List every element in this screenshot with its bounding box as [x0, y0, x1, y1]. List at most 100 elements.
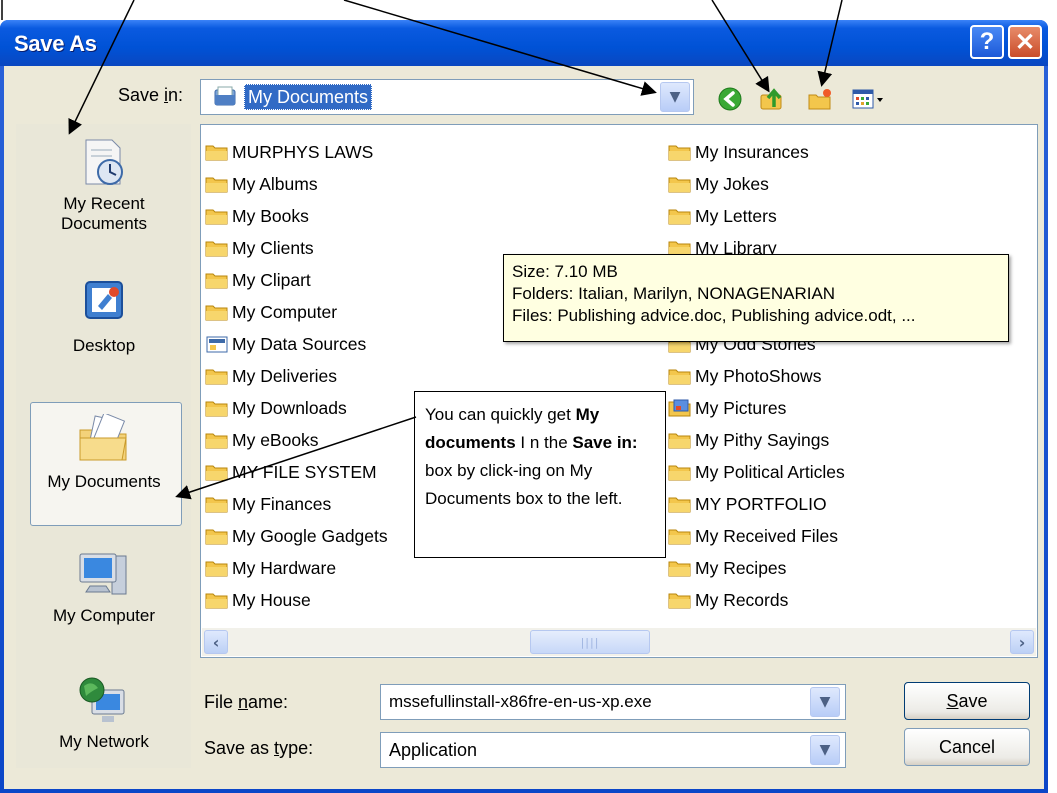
folder-icon	[668, 369, 691, 385]
folder-icon	[668, 177, 691, 193]
title-bar[interactable]	[0, 20, 1048, 66]
desktop-icon	[85, 281, 123, 319]
folder-icon	[205, 241, 228, 257]
tooltip-folders: Folders: Italian, Marilyn, NONAGENARIAN	[512, 284, 836, 303]
list-item[interactable]: MY PORTFOLIO	[668, 488, 845, 520]
my-computer-icon	[79, 553, 127, 595]
list-item[interactable]: My Political Articles	[668, 456, 845, 488]
file-name-dropdown-button[interactable]: ▼	[810, 687, 840, 717]
up-folder-icon	[760, 88, 782, 110]
save-in-dropdown-button[interactable]: ▼	[660, 82, 690, 112]
my-documents-small-icon	[214, 86, 236, 106]
new-folder-icon	[808, 89, 831, 110]
list-item[interactable]: My Books	[205, 200, 388, 232]
views-menu-button[interactable]	[846, 84, 890, 114]
folder-icon	[668, 145, 691, 161]
place-label: My Network	[59, 732, 149, 751]
list-item[interactable]: My Deliveries	[205, 360, 388, 392]
folder-icon	[205, 401, 228, 417]
close-icon: ✕	[1014, 28, 1036, 56]
views-menu-icon	[852, 89, 883, 109]
place-label: My Recent	[63, 194, 145, 213]
list-item[interactable]: My Records	[668, 584, 845, 616]
close-button[interactable]: ✕	[1008, 25, 1042, 59]
list-item[interactable]: My Pithy Sayings	[668, 424, 845, 456]
save-in-label: Save in:	[118, 85, 184, 105]
list-item[interactable]: My Hardware	[205, 552, 388, 584]
file-name-label: File name:	[204, 692, 289, 712]
list-item[interactable]: My Received Files	[668, 520, 845, 552]
file-list-column-2: My Insurances My Jokes My Letters My Lib…	[668, 136, 845, 616]
list-item[interactable]: My eBooks	[205, 424, 388, 456]
create-new-folder-button[interactable]	[804, 84, 836, 114]
folder-icon	[205, 305, 228, 321]
folder-icon	[205, 465, 228, 481]
place-my-network[interactable]: My Network	[22, 674, 186, 752]
chevron-left-icon: ‹	[212, 632, 220, 652]
chevron-down-icon: ▼	[669, 89, 681, 105]
list-item[interactable]: My Jokes	[668, 168, 845, 200]
place-my-computer[interactable]: My Computer	[22, 548, 186, 626]
folder-icon	[668, 529, 691, 545]
scroll-left-button[interactable]: ‹	[204, 630, 228, 654]
back-button[interactable]	[714, 84, 746, 114]
place-label: Desktop	[72, 336, 136, 355]
save-as-type-dropdown-button[interactable]: ▼	[810, 735, 840, 765]
help-button[interactable]: ?	[970, 25, 1004, 59]
data-sources-icon	[206, 336, 228, 353]
place-label: Documents	[61, 214, 147, 233]
folder-icon	[668, 433, 691, 449]
list-item[interactable]: My Finances	[205, 488, 388, 520]
place-my-documents[interactable]: My Documents	[22, 414, 186, 492]
list-item[interactable]: My PhotoShows	[668, 360, 845, 392]
list-item[interactable]: My Pictures	[668, 392, 845, 424]
folder-icon	[205, 209, 228, 225]
folder-icon	[668, 561, 691, 577]
folder-icon	[668, 209, 691, 225]
list-item[interactable]: My Clipart	[205, 264, 388, 296]
list-item[interactable]: My Albums	[205, 168, 388, 200]
scrollbar-thumb[interactable]: ||||	[530, 630, 650, 654]
callout-annotation: You can quickly get My documents I n the…	[414, 391, 666, 558]
grip-icon: ||||	[580, 635, 600, 649]
list-item[interactable]: My Recipes	[668, 552, 845, 584]
scroll-right-button[interactable]: ›	[1010, 630, 1034, 654]
list-item[interactable]: MY FILE SYSTEM	[205, 456, 388, 488]
list-item[interactable]: My House	[205, 584, 388, 616]
folder-info-tooltip: Size: 7.10 MB Folders: Italian, Marilyn,…	[503, 254, 1009, 342]
save-button[interactable]: Save	[904, 682, 1030, 720]
folder-icon	[668, 497, 691, 513]
folder-icon	[205, 273, 228, 289]
cancel-button[interactable]: Cancel	[904, 728, 1030, 766]
chevron-down-icon: ▼	[819, 694, 831, 710]
list-item[interactable]: My Insurances	[668, 136, 845, 168]
list-item[interactable]: My Computer	[205, 296, 388, 328]
place-my-recent-documents[interactable]: My Recent Documents	[22, 136, 186, 234]
folder-icon	[668, 465, 691, 481]
up-one-level-button[interactable]	[756, 84, 788, 114]
place-label: My Computer	[52, 606, 156, 625]
list-item[interactable]: My Downloads	[205, 392, 388, 424]
folder-icon	[205, 593, 228, 609]
file-list-column-1: MURPHYS LAWS My Albums My Books My Clien…	[205, 136, 388, 616]
folder-icon	[205, 177, 228, 193]
folder-icon	[668, 593, 691, 609]
chevron-down-icon: ▼	[819, 742, 831, 758]
chevron-right-icon: ›	[1018, 632, 1026, 652]
folder-icon	[205, 497, 228, 513]
place-label: My Documents	[47, 472, 161, 491]
my-network-icon	[79, 677, 125, 722]
tooltip-files: Files: Publishing advice.doc, Publishing…	[512, 306, 916, 325]
save-in-value: My Documents	[244, 84, 373, 110]
list-item[interactable]: My Google Gadgets	[205, 520, 388, 552]
save-as-type-select[interactable]: Application	[380, 732, 846, 768]
list-item[interactable]: MURPHYS LAWS	[205, 136, 388, 168]
list-item[interactable]: My Data Sources	[205, 328, 388, 360]
list-item[interactable]: My Clients	[205, 232, 388, 264]
place-desktop[interactable]: Desktop	[22, 276, 186, 356]
save-as-type-label: Save as type:	[204, 738, 314, 758]
recent-documents-icon	[85, 139, 123, 185]
help-icon: ?	[979, 28, 995, 55]
list-item[interactable]: My Letters	[668, 200, 845, 232]
file-name-input[interactable]: mssefullinstall-x86fre-en-us-xp.exe	[380, 684, 846, 720]
